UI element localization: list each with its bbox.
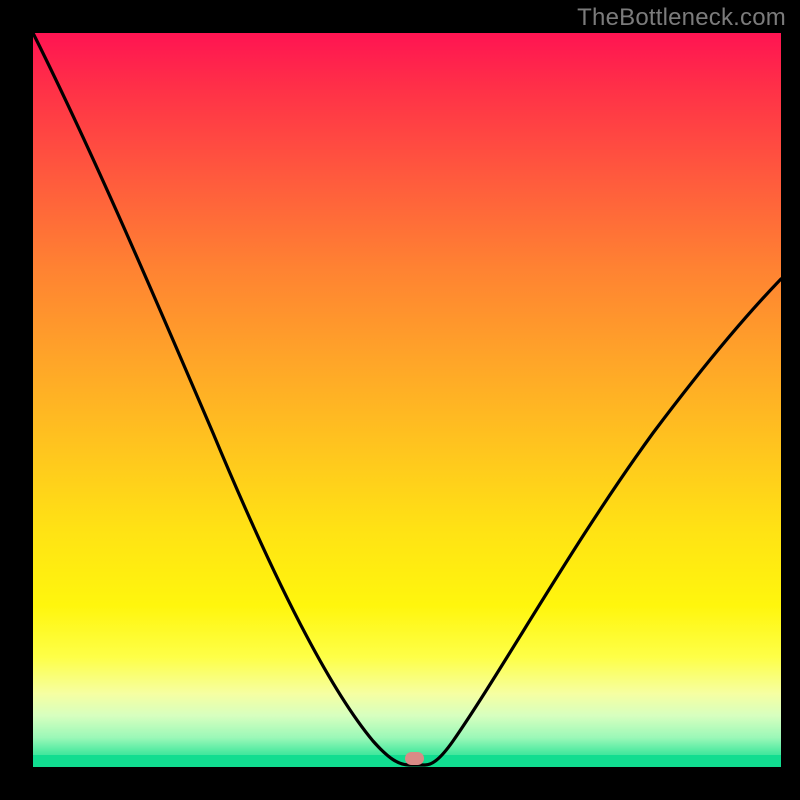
chart-frame: TheBottleneck.com	[0, 0, 800, 800]
watermark-text: TheBottleneck.com	[577, 4, 786, 32]
curve-path	[33, 33, 781, 765]
bottleneck-curve	[33, 33, 781, 767]
optimum-marker	[405, 752, 424, 765]
plot-area	[33, 33, 781, 767]
